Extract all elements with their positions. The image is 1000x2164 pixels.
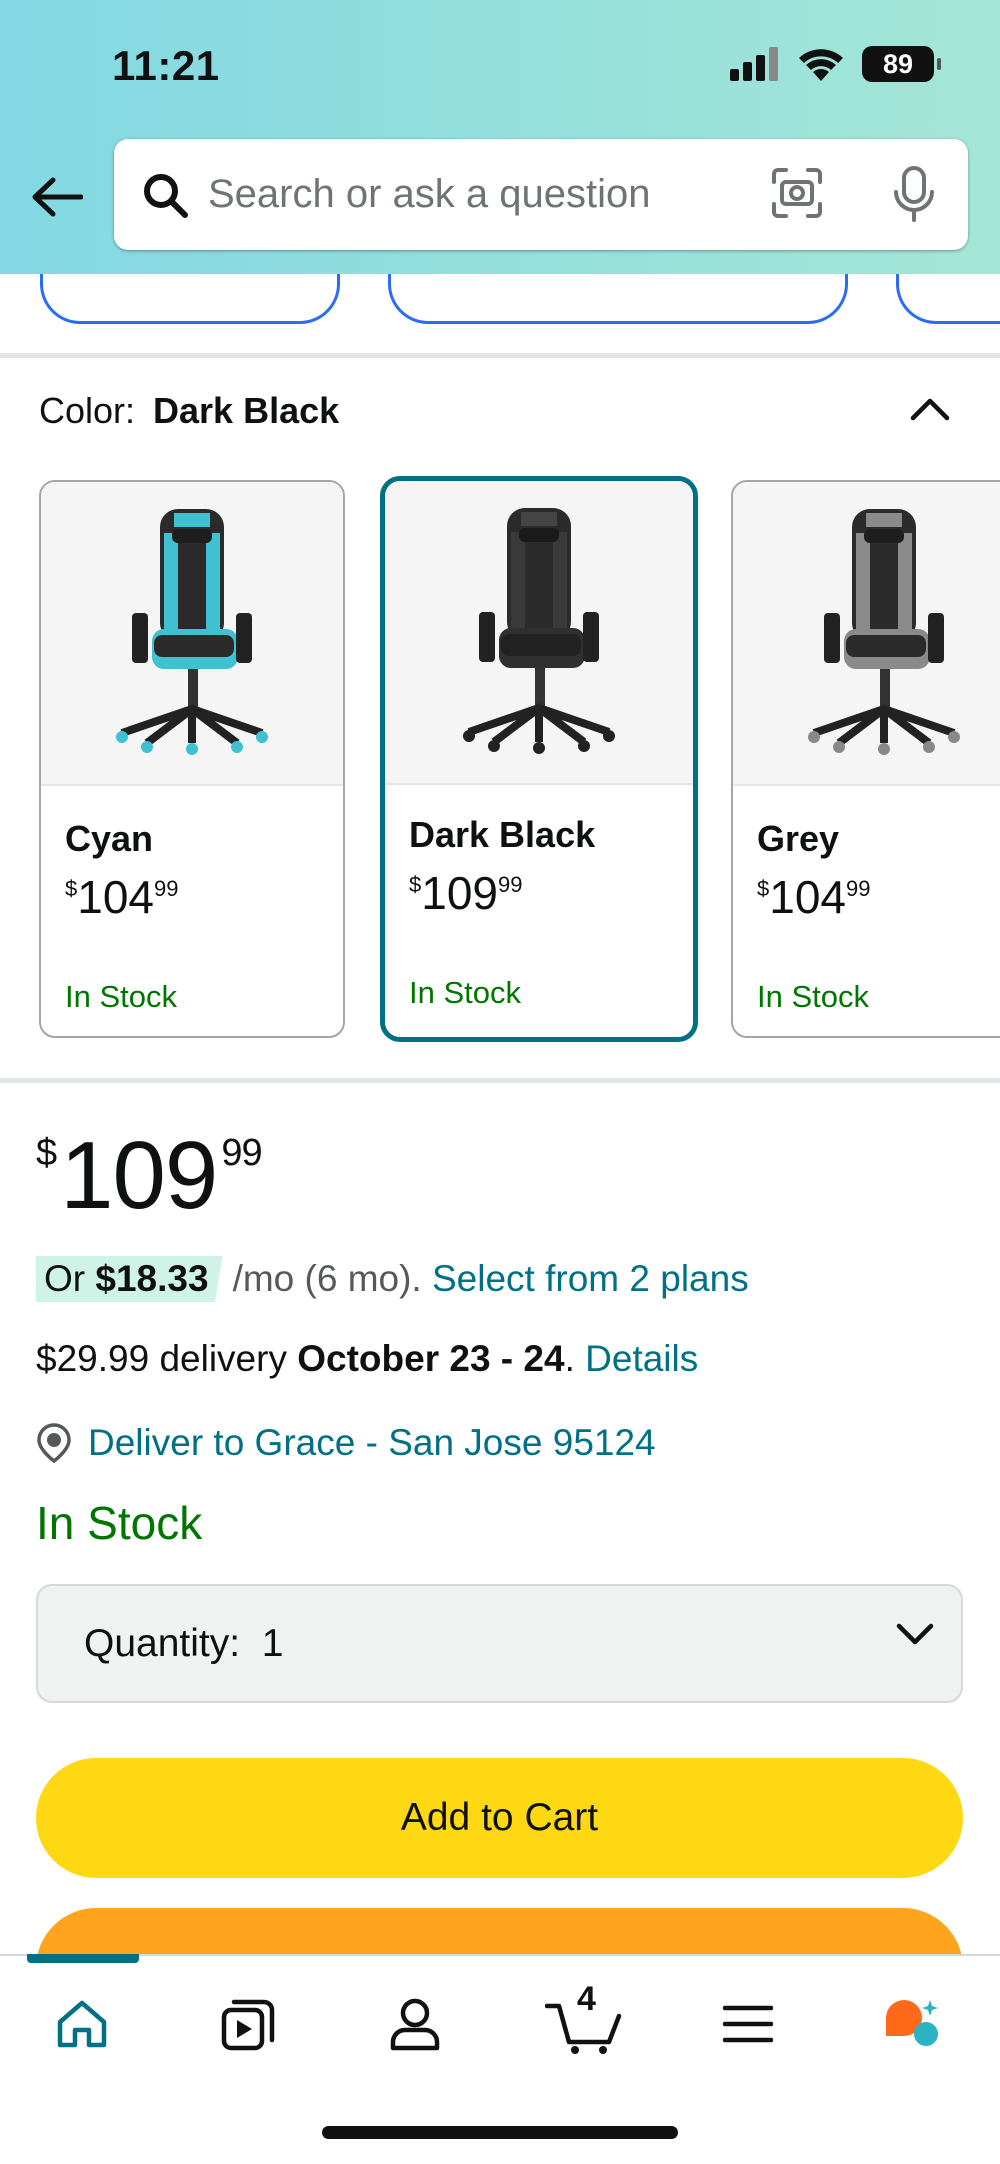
swatch-price: $10499: [65, 870, 178, 924]
chevron-down-icon: [896, 1623, 934, 1645]
swatch-name: Dark Black: [409, 814, 596, 855]
chair-image: [733, 482, 1000, 786]
location-pin-icon: [37, 1423, 71, 1463]
microphone-icon[interactable]: [890, 164, 938, 229]
wifi-icon: [799, 49, 843, 81]
quantity-label: Quantity:: [84, 1621, 241, 1665]
gaming-chair-grey-image: [808, 509, 960, 755]
delivery-fee: $29.99 delivery: [36, 1338, 287, 1379]
home-indicator: [322, 2126, 678, 2139]
currency-symbol: $: [36, 1132, 57, 1174]
price-whole: 104: [769, 871, 846, 923]
installment-amount: $18.33: [95, 1258, 209, 1299]
ai-assistant-icon: [886, 2000, 938, 2046]
price-whole: 109: [60, 1122, 218, 1229]
price-whole: 104: [77, 871, 154, 923]
cellular-signal-icon: [730, 47, 778, 81]
status-icons: 89: [730, 46, 941, 82]
selected-color: Dark Black: [153, 390, 340, 431]
camera-scan-icon[interactable]: [770, 166, 824, 225]
price-cents: 99: [154, 876, 179, 901]
nav-menu[interactable]: [708, 1984, 788, 2064]
swatch-price: $10999: [409, 866, 522, 920]
installment-badge: Or $18.33: [36, 1256, 223, 1302]
gaming-chair-cyan-image: [116, 509, 268, 755]
chair-image: [41, 482, 343, 786]
price-cents: 99: [221, 1132, 262, 1174]
nav-rufus[interactable]: [872, 1984, 952, 2064]
nav-cart[interactable]: 4: [540, 1980, 630, 2064]
swatch-dark-black[interactable]: Dark Black $10999 In Stock: [380, 476, 698, 1042]
chair-image: [385, 481, 693, 785]
quantity-value: 1: [261, 1621, 284, 1665]
nav-account[interactable]: [375, 1984, 455, 2064]
option-pill[interactable]: [896, 274, 1000, 324]
swatch-cyan[interactable]: Cyan $10499 In Stock: [39, 480, 345, 1038]
battery-indicator: 89: [862, 46, 941, 82]
status-time: 11:21: [112, 42, 220, 89]
currency-symbol: $: [409, 872, 422, 897]
cart-count-badge: 4: [577, 1980, 596, 2018]
arrow-left-icon: [32, 177, 83, 217]
swatch-price: $10499: [757, 870, 870, 924]
size-options-peek: [0, 274, 1000, 358]
delivery-details-link[interactable]: Details: [585, 1338, 698, 1379]
product-price: $109 99: [36, 1128, 263, 1224]
price-whole: 109: [421, 867, 498, 919]
installment-offer: Or $18.33 /mo (6 mo). Select from 2 plan…: [36, 1256, 749, 1302]
select-plans-link[interactable]: Select from 2 plans: [432, 1258, 749, 1300]
color-label: Color: Dark Black: [39, 390, 339, 432]
option-pill[interactable]: [40, 274, 340, 324]
quantity-selector[interactable]: Quantity: 1: [36, 1584, 963, 1703]
section-divider: [0, 353, 1000, 358]
search-icon: [138, 168, 192, 222]
installment-term: /mo (6 mo).: [232, 1258, 422, 1299]
hamburger-menu-icon: [722, 2005, 774, 2043]
delivery-sep: .: [564, 1338, 575, 1379]
collapse-button[interactable]: [900, 384, 960, 434]
swatch-stock: In Stock: [757, 979, 869, 1014]
search-bar[interactable]: [114, 139, 968, 250]
battery-level: 89: [882, 48, 914, 79]
delivery-info: $29.99 delivery October 23 - 24. Details: [36, 1338, 698, 1380]
user-icon: [390, 1998, 440, 2051]
swatch-stock: In Stock: [409, 975, 521, 1010]
swatch-name: Grey: [757, 818, 840, 859]
nav-video[interactable]: [208, 1984, 288, 2064]
search-input[interactable]: [208, 172, 768, 217]
delivery-dates: October 23 - 24: [297, 1338, 565, 1379]
price-cents: 99: [846, 876, 871, 901]
video-library-icon: [221, 1999, 275, 2051]
nav-home[interactable]: [42, 1984, 122, 2064]
add-to-cart-button[interactable]: Add to Cart: [36, 1758, 963, 1878]
gaming-chair-black-image: [463, 508, 615, 754]
deliver-to-link[interactable]: Deliver to Grace - San Jose 95124: [36, 1422, 656, 1464]
swatch-grey[interactable]: Grey $10499 In Stock: [731, 480, 1000, 1038]
active-tab-indicator: [27, 1954, 139, 1963]
home-icon: [57, 2000, 107, 2048]
swatch-stock: In Stock: [65, 979, 177, 1014]
header: 11:21 89: [0, 0, 1000, 274]
price-cents: 99: [498, 872, 523, 897]
currency-symbol: $: [757, 876, 770, 901]
color-label-text: Color:: [39, 390, 136, 431]
deliver-to-text[interactable]: Deliver to Grace - San Jose 95124: [88, 1422, 656, 1464]
color-swatches: Cyan $10499 In Stock Dark Black $10999 I…: [0, 476, 1000, 1046]
option-pill[interactable]: [388, 274, 848, 324]
section-divider: [0, 1078, 1000, 1083]
swatch-name: Cyan: [65, 818, 154, 859]
chevron-up-icon: [910, 398, 950, 421]
currency-symbol: $: [65, 876, 78, 901]
availability: In Stock: [36, 1497, 203, 1549]
installment-or: Or: [44, 1258, 86, 1299]
back-button[interactable]: [26, 166, 88, 228]
